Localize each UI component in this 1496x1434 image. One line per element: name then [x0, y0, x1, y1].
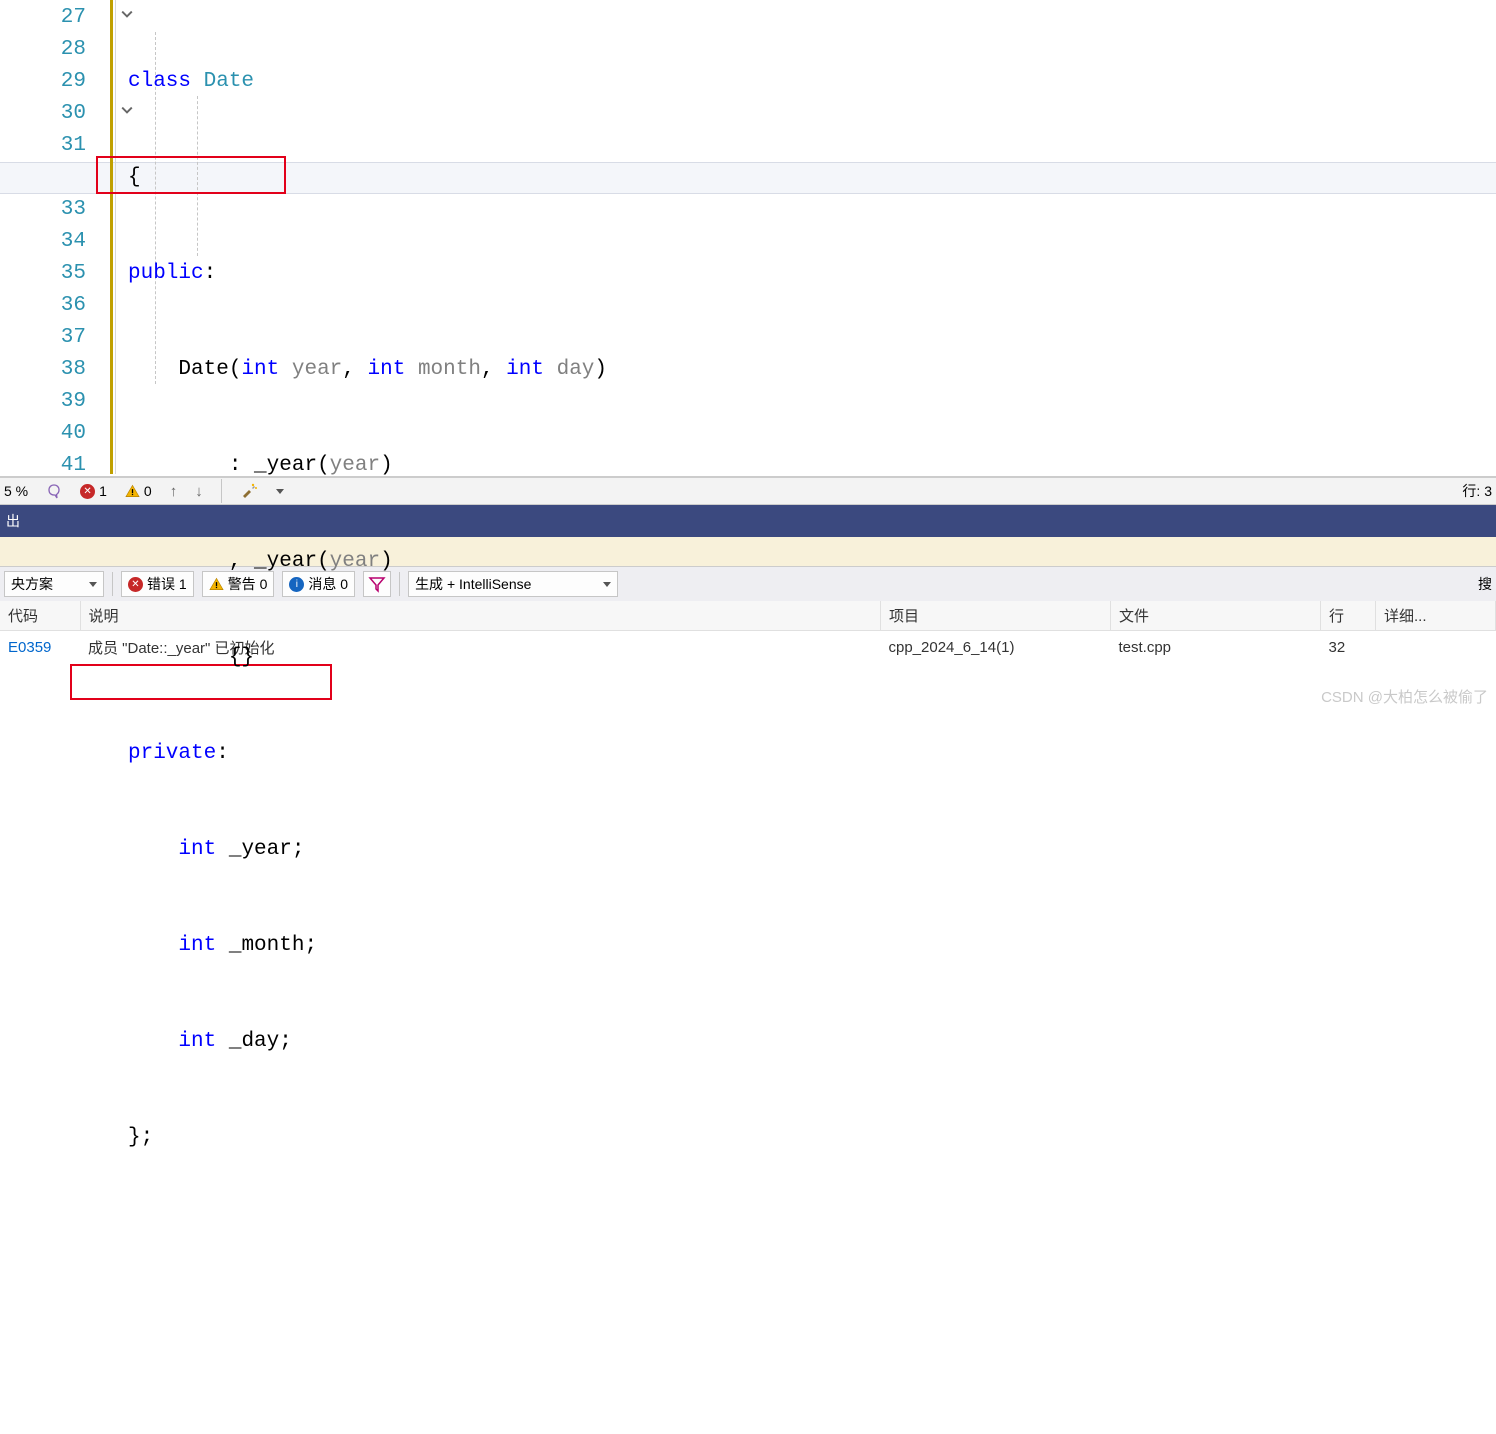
col-file[interactable]: 文件: [1111, 601, 1321, 631]
error-line: 32: [1321, 631, 1376, 665]
code-line: private:: [128, 738, 607, 770]
error-file: test.cpp: [1111, 631, 1321, 665]
code-line: class Date: [128, 66, 607, 98]
zoom-level[interactable]: 5 %: [4, 483, 28, 499]
health-icon[interactable]: [46, 483, 62, 499]
error-code: E0359: [0, 631, 80, 665]
col-code[interactable]: 代码: [0, 601, 80, 631]
code-line: };: [128, 1122, 607, 1154]
code-line: int _month;: [128, 930, 607, 962]
search-label: 搜: [1478, 574, 1492, 594]
code-body[interactable]: class Date { public: Date(int year, int …: [96, 0, 607, 476]
col-proj[interactable]: 项目: [881, 601, 1111, 631]
annotation-box: [70, 664, 332, 700]
watermark: CSDN @大柏怎么被偷了: [1321, 686, 1488, 707]
code-line: [128, 1410, 607, 1434]
warning-icon: [209, 577, 224, 592]
code-line: int _year;: [128, 834, 607, 866]
cursor-position: 行: 3: [1462, 481, 1492, 501]
code-line: [128, 1314, 607, 1346]
fold-toggle-icon[interactable]: [118, 8, 136, 25]
code-line: : _year(year): [128, 450, 607, 482]
code-line: , _year(year): [128, 546, 607, 578]
error-icon: ✕: [80, 484, 95, 499]
code-line: public:: [128, 258, 607, 290]
error-detail: [1376, 631, 1496, 665]
code-line: int _day;: [128, 1026, 607, 1058]
code-editor[interactable]: 2728293031 3233343536 3738394041 class D…: [0, 0, 1496, 477]
info-icon: i: [289, 577, 304, 592]
chevron-down-icon: [89, 582, 97, 587]
col-line[interactable]: 行: [1321, 601, 1376, 631]
error-icon: ✕: [128, 577, 143, 592]
error-count[interactable]: ✕ 1: [80, 483, 107, 499]
col-detail[interactable]: 详细...: [1376, 601, 1496, 631]
annotation-box: [96, 156, 286, 194]
error-project: cpp_2024_6_14(1): [881, 631, 1111, 665]
code-line: Date(int year, int month, int day): [128, 354, 607, 386]
warning-icon: [125, 484, 140, 499]
code-line: [128, 1218, 607, 1250]
line-number-gutter: 2728293031 3233343536 3738394041: [0, 0, 96, 476]
fold-toggle-icon[interactable]: [118, 104, 136, 121]
separator: [112, 572, 113, 596]
solution-filter-combo[interactable]: 央方案: [4, 571, 104, 597]
